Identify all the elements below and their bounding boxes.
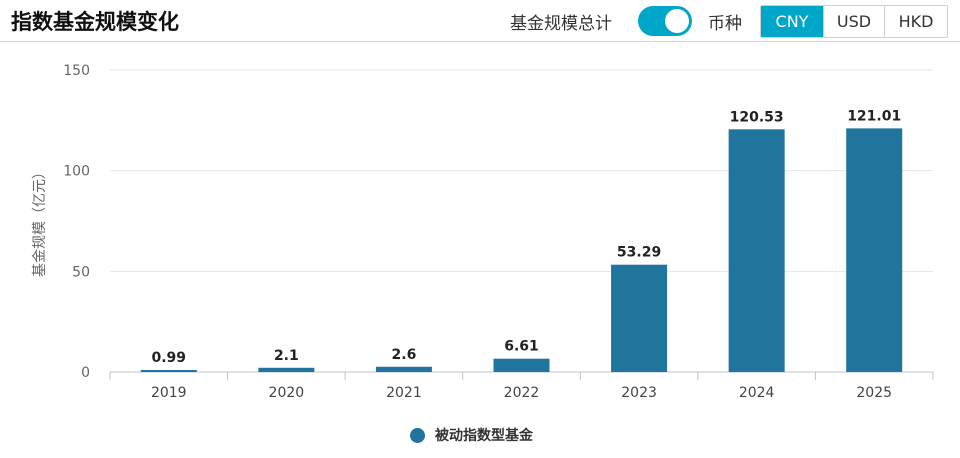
y-tick-label: 150: [63, 63, 90, 79]
currency-usd-button[interactable]: USD: [823, 6, 884, 37]
y-tick-label: 100: [63, 164, 90, 180]
total-scale-toggle[interactable]: [638, 6, 692, 36]
x-tick-label: 2022: [504, 385, 540, 401]
data-label: 6.61: [504, 339, 539, 355]
x-tick-label: 2025: [856, 385, 892, 401]
data-label: 0.99: [152, 350, 187, 366]
data-label: 2.1: [274, 348, 299, 364]
x-tick-label: 2020: [269, 385, 305, 401]
chart-legend[interactable]: 被动指数型基金: [410, 426, 533, 444]
bar-chart: 0 50 100 150 基金规模（亿元） 0.99 2019 2.1 2020 2.6 2021 6…: [31, 63, 934, 401]
x-tick-label: 2024: [739, 385, 775, 401]
y-tick-label: 50: [72, 264, 90, 280]
bar: [611, 264, 668, 372]
data-label: 53.29: [617, 245, 661, 261]
currency-selector: CNY USD HKD: [760, 5, 948, 38]
chart-header: 指数基金规模变化 基金规模总计 币种 CNY USD HKD: [0, 0, 960, 42]
bar: [140, 370, 197, 372]
currency-label: 币种: [708, 14, 742, 34]
page-title: 指数基金规模变化: [11, 10, 179, 34]
currency-hkd-button[interactable]: HKD: [884, 6, 947, 37]
bar: [258, 367, 315, 372]
bar: [846, 128, 903, 372]
currency-cny-button[interactable]: CNY: [761, 6, 823, 37]
toggle-knob: [665, 9, 689, 33]
bar: [375, 366, 432, 372]
bar: [493, 358, 550, 372]
legend-dot: [410, 427, 425, 443]
legend-label: 被动指数型基金: [435, 428, 533, 444]
x-tick-label: 2023: [621, 385, 657, 401]
data-label: 120.53: [730, 109, 784, 125]
total-scale-toggle-label: 基金规模总计: [510, 14, 612, 34]
bar: [728, 129, 785, 372]
data-label: 2.6: [392, 347, 417, 363]
data-label: 121.01: [847, 108, 901, 124]
x-tick-label: 2021: [386, 385, 422, 401]
x-tick-label: 2019: [151, 385, 187, 401]
y-axis-title: 基金规模（亿元）: [31, 165, 48, 277]
y-tick-label: 0: [81, 365, 90, 381]
